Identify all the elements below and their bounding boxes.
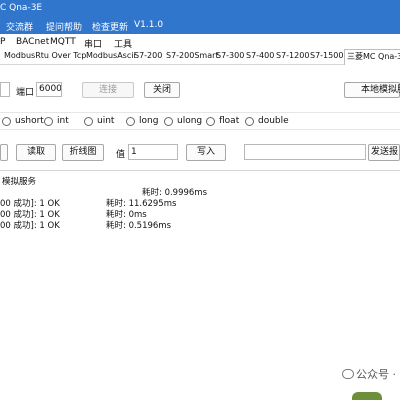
value-input[interactable]: 1 xyxy=(128,144,178,160)
radio-ulong[interactable] xyxy=(164,117,173,126)
plc-tabs: ModbusRtu Over Tcp ModbusAscii S7-200 S7… xyxy=(0,49,400,65)
chart-button[interactable]: 折线图 xyxy=(62,144,104,161)
menu-item-update[interactable]: 检查更新 xyxy=(92,20,128,33)
ip-field[interactable] xyxy=(0,82,10,97)
write-button[interactable]: 写入 xyxy=(186,144,226,161)
radio-float[interactable] xyxy=(206,117,215,126)
tab-modbusrtu-over-tcp[interactable]: ModbusRtu Over Tcp xyxy=(4,51,86,60)
menu-item-group[interactable]: 交流群 xyxy=(6,20,33,33)
log-line-4-result: 00 成功]: 1 OK xyxy=(0,221,60,231)
tab-s7-200smart[interactable]: S7-200Smart xyxy=(166,51,219,60)
tab-p[interactable]: P xyxy=(0,37,5,47)
radio-double[interactable] xyxy=(245,117,254,126)
tab-s7-1500[interactable]: S7-1500 xyxy=(310,51,343,60)
log-output: 模拟服务 耗时: 0.9996ms 00 成功]: 1 OK 耗时: 11.62… xyxy=(0,170,400,400)
tab-mqtt[interactable]: MQTT xyxy=(50,37,76,47)
connect-button[interactable]: 连接 xyxy=(82,82,134,98)
radio-int[interactable] xyxy=(44,117,53,126)
tab-s7-1200[interactable]: S7-1200 xyxy=(276,51,309,60)
tab-mc-qna-3e[interactable]: 三菱MC Qna-3E xyxy=(344,49,400,65)
radio-float-label: float xyxy=(219,116,240,126)
watermark: 公众号 · xyxy=(342,366,396,382)
radio-double-label: double xyxy=(258,116,289,126)
data-type-options: ushort int uint long ulong float double xyxy=(0,112,400,130)
tab-modbusascii[interactable]: ModbusAscii xyxy=(86,51,136,60)
radio-long-label: long xyxy=(139,116,159,126)
protocol-tabs: P BACnet MQTT 串口 工具 xyxy=(0,36,400,50)
menu-bar: 交流群 提问帮助 检查更新 V1.1.0 xyxy=(0,18,400,34)
radio-int-label: int xyxy=(57,116,69,126)
watermark-text: 公众号 · xyxy=(356,368,396,381)
decorative-plant xyxy=(352,392,382,400)
wechat-icon xyxy=(342,369,354,379)
send-message-input[interactable] xyxy=(244,144,366,160)
radio-ushort-label: ushort xyxy=(15,116,44,126)
radio-ulong-label: ulong xyxy=(177,116,203,126)
port-label: 端口 xyxy=(16,88,35,98)
log-line-4-time: 耗时: 0.5196ms xyxy=(106,221,172,231)
window-title: C Qna-3E xyxy=(0,3,43,13)
radio-ushort[interactable] xyxy=(2,117,11,126)
action-row: 读取 折线图 值 1 写入 发送报 xyxy=(0,144,400,162)
tab-s7-200[interactable]: S7-200 xyxy=(134,51,162,60)
log-header: 模拟服务 xyxy=(2,177,37,187)
radio-long[interactable] xyxy=(126,117,135,126)
title-bar: C Qna-3E xyxy=(0,0,400,18)
app-window: C Qna-3E 交流群 提问帮助 检查更新 V1.1.0 P BACnet M… xyxy=(0,0,400,400)
send-message-button[interactable]: 发送报 xyxy=(368,144,400,161)
version-label: V1.1.0 xyxy=(134,20,164,30)
tab-s7-300[interactable]: S7-300 xyxy=(216,51,244,60)
tab-s7-400[interactable]: S7-400 xyxy=(246,51,274,60)
read-button[interactable]: 读取 xyxy=(16,144,56,161)
value-label: 值 xyxy=(116,150,126,160)
tab-bacnet[interactable]: BACnet xyxy=(16,37,49,47)
menu-item-help[interactable]: 提问帮助 xyxy=(46,20,82,33)
radio-uint-label: uint xyxy=(97,116,115,126)
address-field[interactable] xyxy=(0,144,8,161)
radio-uint[interactable] xyxy=(84,117,93,126)
port-field[interactable]: 6000 xyxy=(36,82,62,97)
connection-row: 端口 6000 连接 关闭 本地模拟服 xyxy=(0,78,400,102)
local-sim-button[interactable]: 本地模拟服 xyxy=(344,82,400,98)
close-button[interactable]: 关闭 xyxy=(144,82,180,98)
